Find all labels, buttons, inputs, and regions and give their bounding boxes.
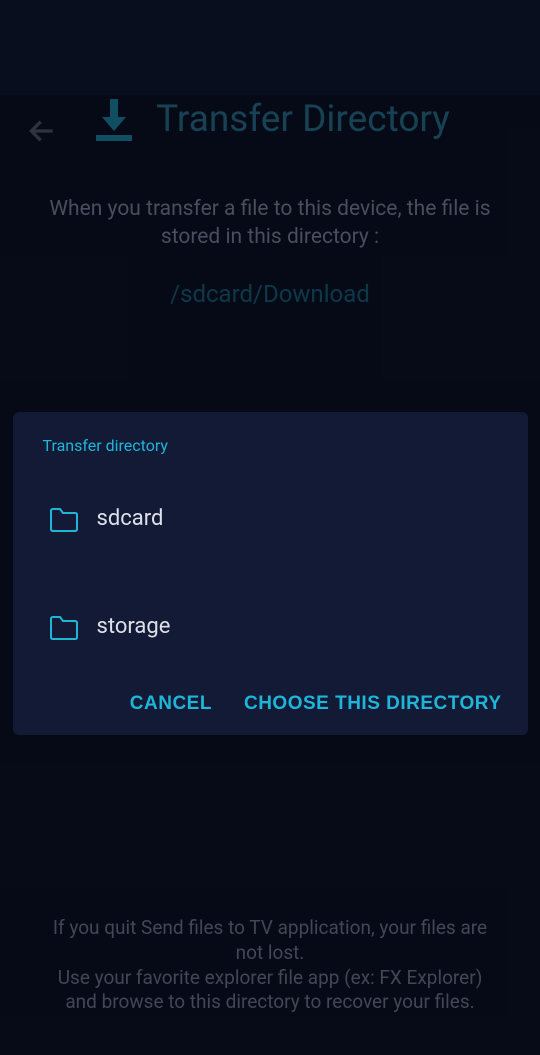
- folder-icon: [49, 505, 79, 533]
- choose-directory-button[interactable]: CHOOSE THIS DIRECTORY: [244, 693, 502, 715]
- folder-list: sdcard storage: [13, 505, 528, 681]
- cancel-button[interactable]: CANCEL: [130, 693, 212, 715]
- folder-item-sdcard[interactable]: sdcard: [25, 505, 516, 573]
- dialog-actions: CANCEL CHOOSE THIS DIRECTORY: [13, 681, 528, 715]
- folder-icon: [49, 613, 79, 641]
- dialog: Transfer directory sdcard storage: [13, 412, 528, 735]
- dialog-overlay: Transfer directory sdcard storage: [0, 95, 540, 1055]
- folder-label: sdcard: [97, 506, 164, 531]
- folder-item-storage[interactable]: storage: [25, 573, 516, 681]
- dialog-title: Transfer directory: [13, 436, 528, 455]
- folder-label: storage: [97, 614, 171, 639]
